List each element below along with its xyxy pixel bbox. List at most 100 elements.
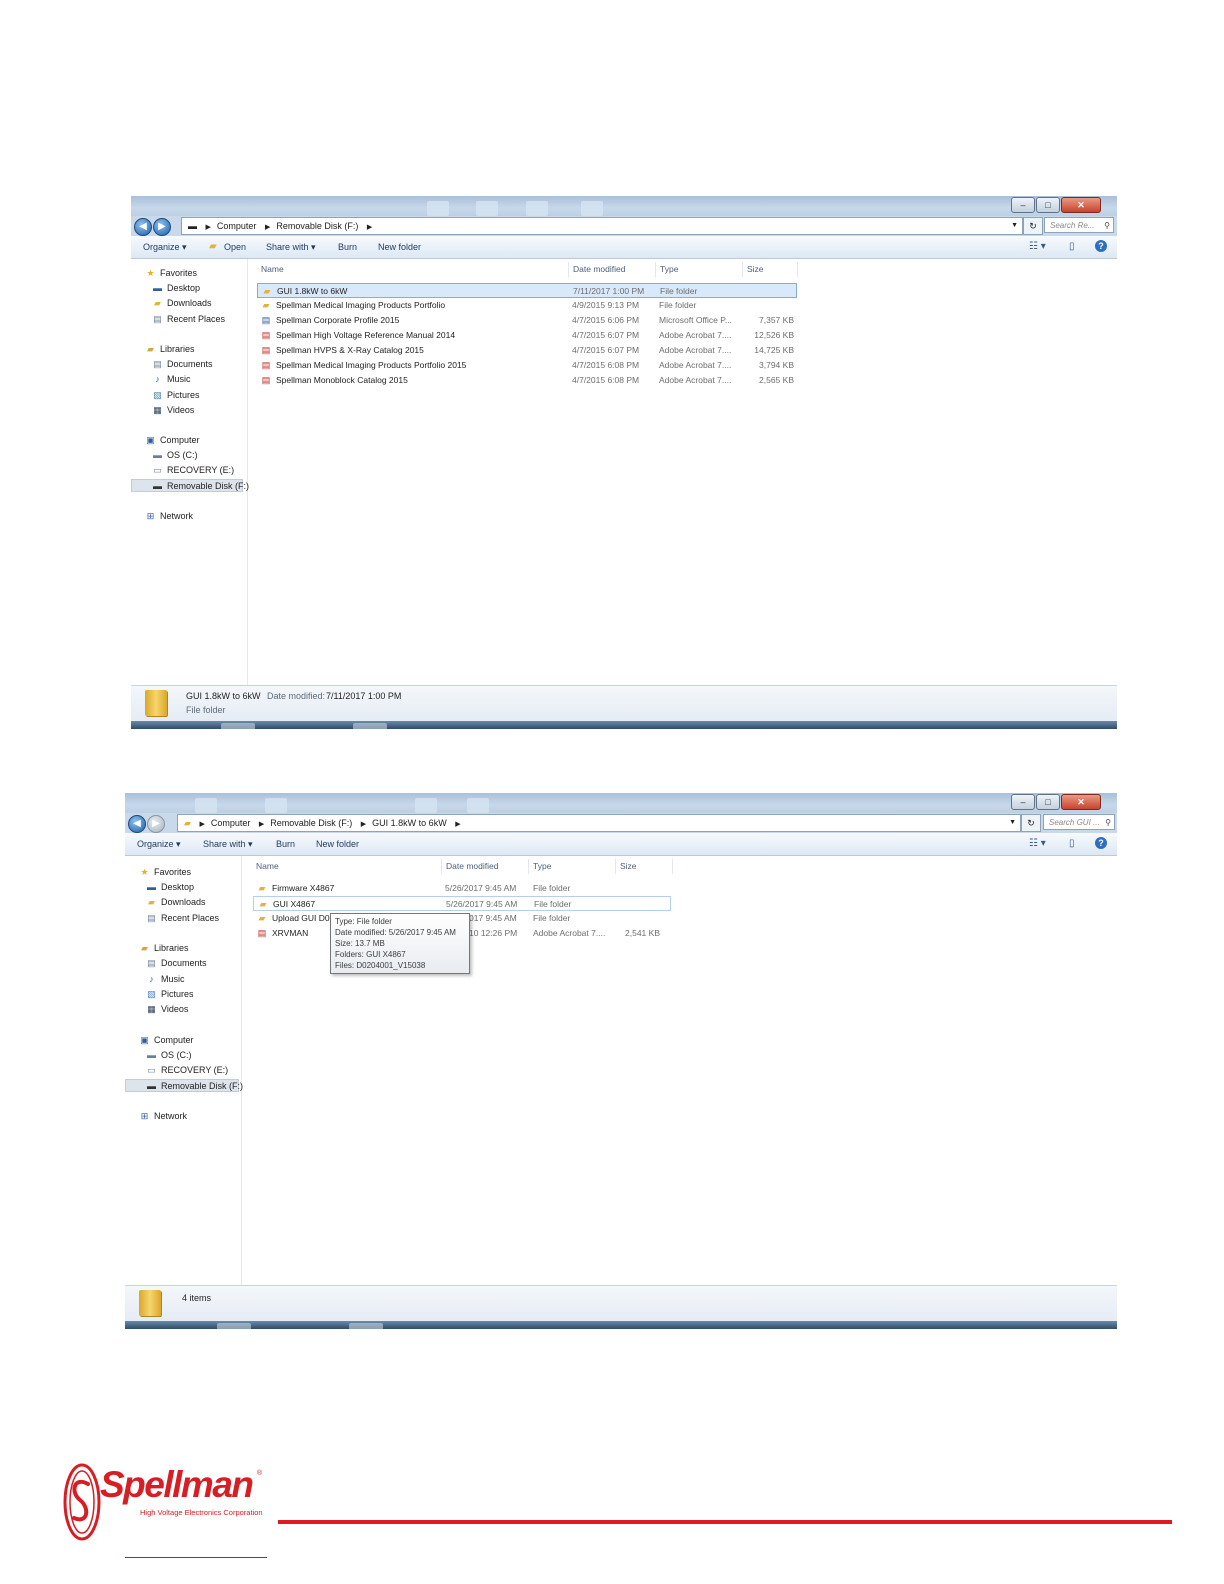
nav-pictures[interactable]: ▧ Pictures (145, 988, 193, 1001)
details-item-type: File folder (186, 705, 226, 715)
share-with-button[interactable]: Share with ▾ (203, 833, 253, 855)
nav-os-c[interactable]: ▬ OS (C:) (151, 449, 198, 462)
details-pane: 4 items (125, 1285, 1117, 1321)
nav-network[interactable]: ⊞ Network (138, 1110, 187, 1123)
file-row[interactable]: ▤ Spellman High Voltage Reference Manual … (257, 328, 797, 343)
taskbar-button[interactable] (349, 1323, 383, 1329)
navigation-pane: ★ Favorites ▬ Desktop ▰ Downloads ▤ Recent P… (125, 856, 243, 1286)
refresh-button[interactable]: ↻ (1023, 217, 1043, 235)
close-button[interactable]: ✕ (1061, 197, 1101, 213)
nav-favorites[interactable]: ★ Favorites (138, 866, 191, 879)
documents-icon: ▤ (147, 958, 156, 968)
nav-downloads[interactable]: ▰ Downloads (151, 297, 212, 310)
open-button[interactable]: Open (224, 236, 246, 258)
column-header-name[interactable]: Name (252, 859, 442, 874)
share-with-button[interactable]: Share with ▾ (266, 236, 316, 258)
address-dropdown-icon[interactable]: ▼ (1009, 815, 1016, 831)
nav-recent-places[interactable]: ▤ Recent Places (145, 912, 219, 925)
taskbar-button[interactable] (353, 723, 387, 729)
taskbar-button[interactable] (221, 723, 255, 729)
breadcrumb-computer[interactable]: Computer (211, 818, 251, 828)
breadcrumb-removable-disk[interactable]: Removable Disk (F:) (276, 221, 358, 231)
nav-recovery-e[interactable]: ▭ RECOVERY (E:) (151, 464, 234, 477)
nav-videos[interactable]: ▦ Videos (145, 1003, 188, 1016)
nav-music[interactable]: ♪ Music (145, 973, 184, 986)
title-bar[interactable]: – □ ✕ (131, 196, 1117, 216)
file-row[interactable]: ▰ GUI X4867 5/26/2017 9:45 AM File folder (253, 896, 671, 911)
nav-downloads[interactable]: ▰ Downloads (145, 896, 206, 909)
back-button[interactable]: ◀ (134, 218, 152, 236)
file-row[interactable]: ▰ Spellman Medical Imaging Products Portf… (257, 298, 797, 313)
forward-button[interactable]: ▶ (147, 815, 165, 833)
title-bar-glare (476, 201, 498, 216)
refresh-button[interactable]: ↻ (1021, 814, 1041, 832)
nav-desktop[interactable]: ▬ Desktop (145, 881, 194, 894)
file-row[interactable]: ▰ Firmware X4867 5/26/2017 9:45 AM File f… (253, 881, 671, 896)
new-folder-button[interactable]: New folder (316, 833, 359, 855)
file-row[interactable]: ▤ Spellman HVPS & X-Ray Catalog 2015 4/7/… (257, 343, 797, 358)
burn-button[interactable]: Burn (276, 833, 295, 855)
column-header-type[interactable]: Type (529, 859, 616, 874)
nav-libraries[interactable]: ▰ Libraries (144, 343, 194, 356)
nav-pictures[interactable]: ▧ Pictures (151, 389, 199, 402)
nav-videos[interactable]: ▦ Videos (151, 404, 194, 417)
column-header-type[interactable]: Type (656, 262, 743, 277)
folder-tooltip: Type: File folder Date modified: 5/26/20… (330, 913, 470, 974)
nav-desktop[interactable]: ▬ Desktop (151, 282, 200, 295)
address-dropdown-icon[interactable]: ▼ (1011, 218, 1018, 234)
column-header-date-modified[interactable]: Date modified (569, 262, 656, 277)
file-row[interactable]: ▤ Spellman Corporate Profile 2015 4/7/201… (257, 313, 797, 328)
nav-computer[interactable]: ▣ Computer (144, 434, 199, 447)
preview-pane-icon[interactable]: ▯ (1069, 837, 1075, 851)
file-row[interactable]: ▤ Spellman Medical Imaging Products Portf… (257, 358, 797, 373)
recent-places-icon: ▤ (147, 913, 156, 923)
column-header-size[interactable]: Size (616, 859, 673, 874)
organize-button[interactable]: Organize ▾ (143, 236, 187, 258)
breadcrumb-computer[interactable]: Computer (217, 221, 257, 231)
nav-favorites[interactable]: ★ Favorites (144, 267, 197, 280)
burn-button[interactable]: Burn (338, 236, 357, 258)
nav-computer[interactable]: ▣ Computer (138, 1034, 193, 1047)
file-row[interactable]: ▤ Spellman Monoblock Catalog 2015 4/7/201… (257, 373, 797, 388)
breadcrumb-gui-folder[interactable]: GUI 1.8kW to 6kW (372, 818, 447, 828)
view-options-icon[interactable]: ☷ ▾ (1029, 837, 1046, 851)
nav-music[interactable]: ♪ Music (151, 373, 190, 386)
nav-libraries[interactable]: ▰ Libraries (138, 942, 188, 955)
nav-recent-places[interactable]: ▤ Recent Places (151, 313, 225, 326)
breadcrumb-removable-disk[interactable]: Removable Disk (F:) (270, 818, 352, 828)
hard-drive-icon: ▭ (147, 1065, 156, 1075)
preview-pane-icon[interactable]: ▯ (1069, 240, 1075, 254)
help-icon[interactable]: ? (1095, 837, 1107, 849)
folder-icon: ▰ (184, 818, 191, 828)
help-icon[interactable]: ? (1095, 240, 1107, 252)
nav-removable-disk-f[interactable]: ▬ Removable Disk (F:) (125, 1079, 243, 1092)
nav-recovery-e[interactable]: ▭ RECOVERY (E:) (145, 1064, 228, 1077)
maximize-button[interactable]: □ (1036, 794, 1060, 810)
nav-documents[interactable]: ▤ Documents (151, 358, 212, 371)
search-input[interactable]: Search GUI ... ⚲ (1043, 814, 1115, 830)
search-input[interactable]: Search Re... ⚲ (1044, 217, 1114, 233)
address-bar[interactable]: ▬ ▶ Computer ▶ Removable Disk (F:) ▶ ▼ (181, 217, 1023, 235)
column-header-name[interactable]: Name (257, 262, 569, 277)
taskbar-button[interactable] (217, 1323, 251, 1329)
title-bar[interactable]: – □ ✕ (125, 793, 1117, 813)
folder-icon: ▰ (263, 286, 271, 296)
close-button[interactable]: ✕ (1061, 794, 1101, 810)
nav-os-c[interactable]: ▬ OS (C:) (145, 1049, 192, 1062)
new-folder-button[interactable]: New folder (378, 236, 421, 258)
minimize-button[interactable]: – (1011, 197, 1035, 213)
view-options-icon[interactable]: ☷ ▾ (1029, 240, 1046, 254)
column-header-size[interactable]: Size (743, 262, 798, 277)
forward-button[interactable]: ▶ (153, 218, 171, 236)
file-row[interactable]: ▰ GUI 1.8kW to 6kW 7/11/2017 1:00 PM File… (257, 283, 797, 298)
nav-documents[interactable]: ▤ Documents (145, 957, 206, 970)
address-bar[interactable]: ▰ ▶ Computer ▶ Removable Disk (F:) ▶ GUI 1.… (177, 814, 1021, 832)
nav-network[interactable]: ⊞ Network (144, 510, 193, 523)
back-button[interactable]: ◀ (128, 815, 146, 833)
column-header-date-modified[interactable]: Date modified (442, 859, 529, 874)
maximize-button[interactable]: □ (1036, 197, 1060, 213)
nav-removable-disk-f[interactable]: ▬ Removable Disk (F:) (131, 479, 249, 492)
organize-button[interactable]: Organize ▾ (137, 833, 181, 855)
removable-drive-icon: ▬ (153, 481, 162, 491)
minimize-button[interactable]: – (1011, 794, 1035, 810)
